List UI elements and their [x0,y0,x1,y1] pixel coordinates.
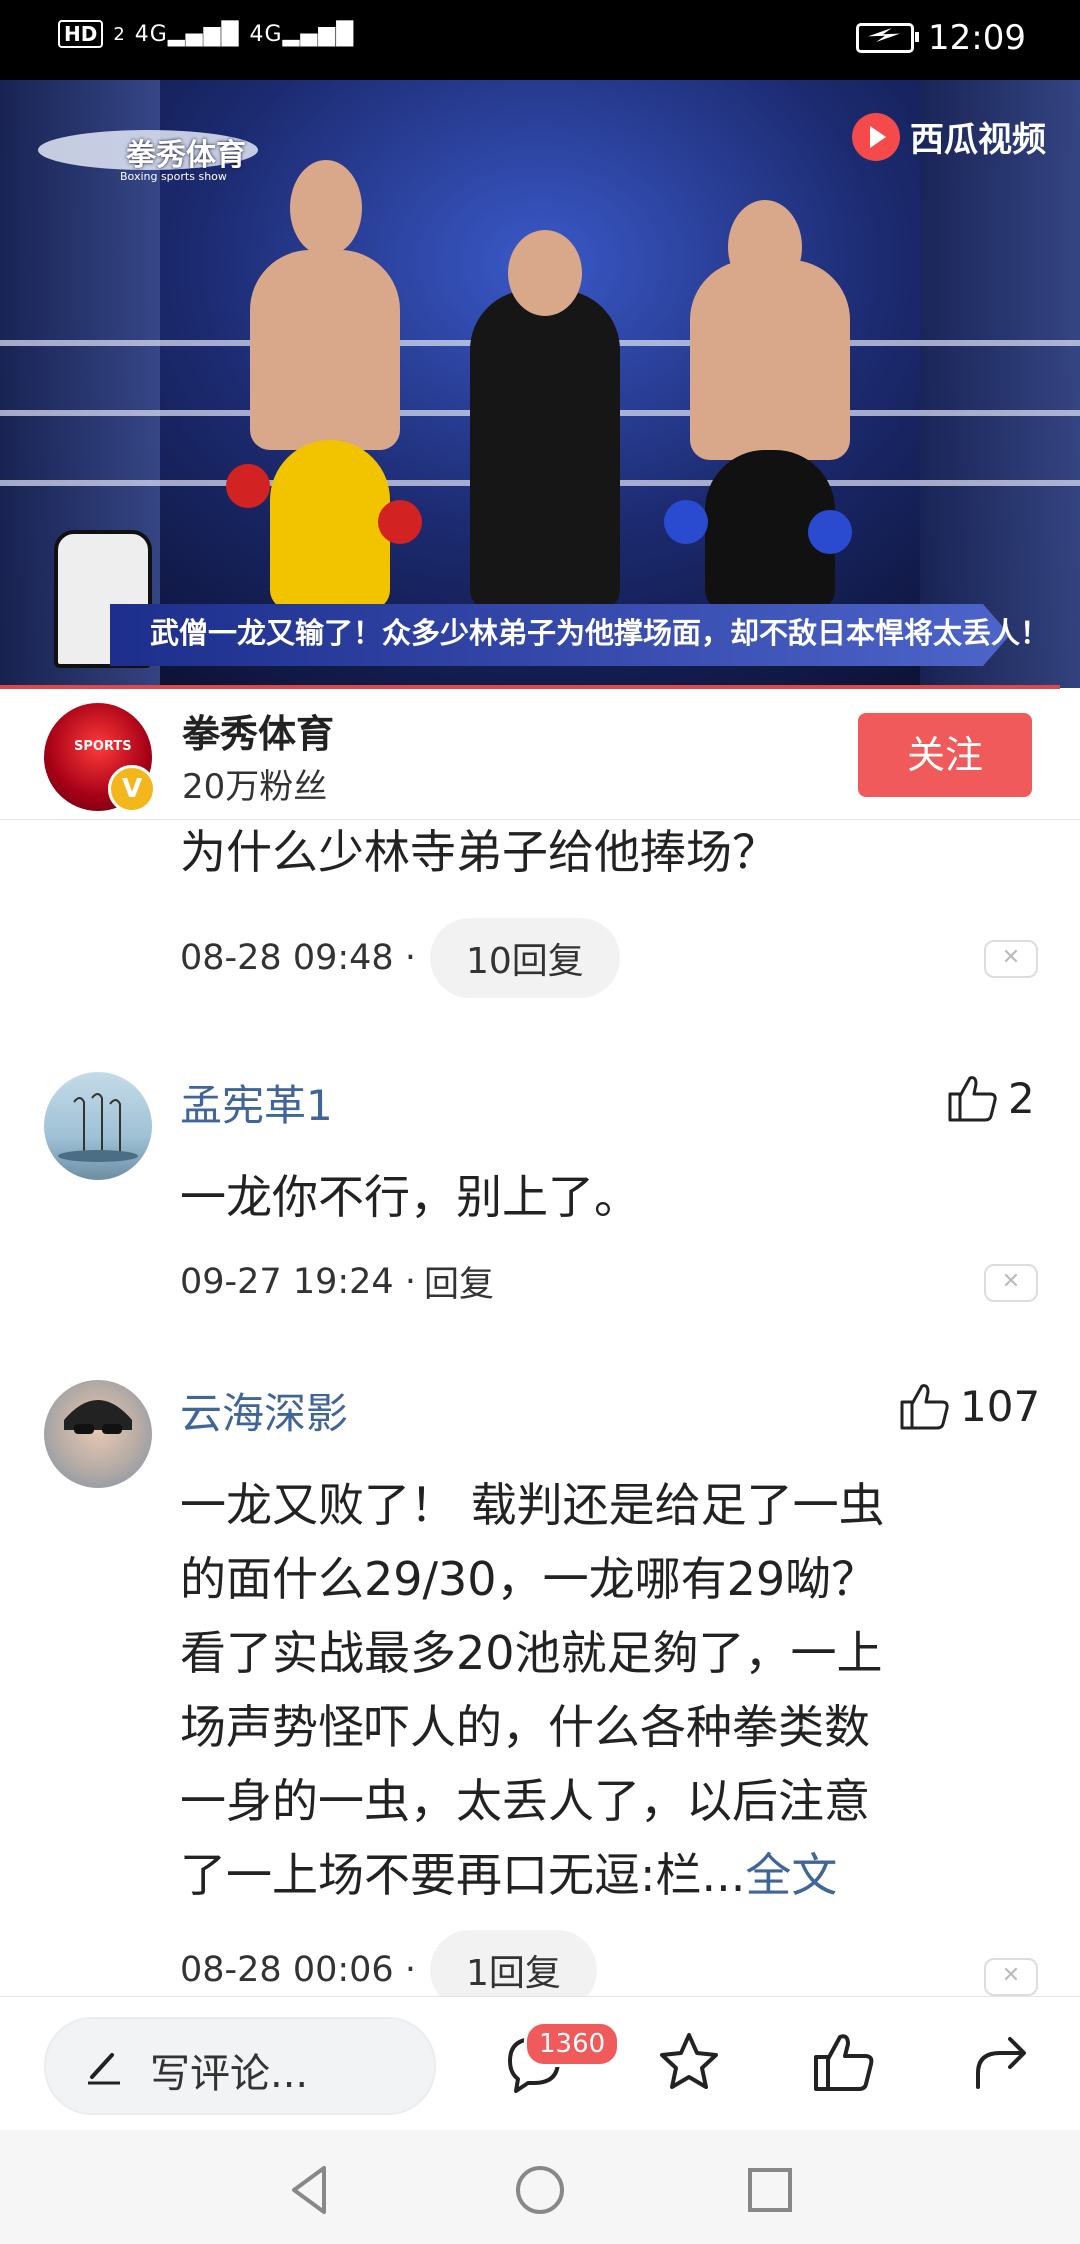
thumbs-up-icon [948,1076,997,1122]
clock: 12:09 [928,18,1026,58]
channel-logo: 拳秀体育 Boxing sports show [38,90,258,185]
comment-time: 08-28 09:48 · [180,938,416,978]
recents-icon[interactable] [740,2160,800,2220]
star-favorite-icon[interactable] [654,2027,724,2097]
avatar-text: SPORTS [74,739,132,754]
write-comment-placeholder: 写评论... [150,2051,309,2097]
glove-left-1 [226,464,270,508]
home-icon[interactable] [510,2160,570,2220]
comment-text-line: 场声势怪吓人的，什么各种拳类数 [180,1700,870,1754]
signal-icon-2: 4G▂▄▆█ [249,21,355,47]
like-button[interactable]: 107 [898,1380,1040,1432]
comment-text-line: 了一上场不要再口无逗:栏... [180,1848,746,1902]
xigua-brand: 西瓜视频 [852,112,1046,161]
comment-text-line: 一身的一虫，太丢人了，以后注意 [180,1774,870,1828]
xigua-play-icon [852,112,900,161]
fighter-left-shorts [270,440,390,610]
comment-meta: 09-27 19:24 · 回复 [180,1256,494,1307]
author-bar: SPORTS V 拳秀体育 20万粉丝 关注 [0,689,1080,820]
comment-meta: 08-28 09:48 · 10回复 [180,918,620,998]
thumbs-up-icon[interactable] [810,2027,880,2097]
glove-left-2 [378,500,422,544]
reply-button[interactable]: 10回复 [429,918,620,998]
back-icon[interactable] [280,2160,340,2220]
sim-indicator: 2 [113,23,125,45]
signal-icon: 4G▂▄▆█ [134,21,240,47]
share-icon[interactable] [968,2027,1038,2097]
referee [470,290,620,610]
network-type-2: 4G [249,21,283,47]
dislike-close-icon[interactable]: ✕ [984,1958,1038,1996]
pen-icon [88,2053,120,2085]
comment-text-line: 一龙又败了！ 载判还是给足了一虫 [180,1478,885,1532]
comment-text-line: 的面什么29/30，一龙哪有29呦？ [180,1552,878,1606]
thumbs-up-icon [900,1384,949,1430]
comment-avatar[interactable] [44,1072,152,1180]
video-blur-right [920,80,1080,688]
fighter-left-head [290,160,362,256]
dislike-close-icon[interactable]: ✕ [984,1264,1038,1302]
glove-right-2 [808,510,852,554]
comment-username[interactable]: 孟宪革1 [180,1072,333,1133]
like-count: 2 [1008,1073,1035,1123]
status-left: HD 2 4G▂▄▆█ 4G▂▄▆█ [58,20,354,48]
read-more-link[interactable]: 全文 [745,1848,837,1902]
comment-text: 为什么少林寺弟子给他捧场？ [180,825,778,879]
comment-count-badge: 1360 [524,2021,621,2067]
status-bar: HD 2 4G▂▄▆█ 4G▂▄▆█ 12:09 [0,0,1080,80]
video-player[interactable]: 拳秀体育 Boxing sports show 西瓜视频 武僧一龙又输了！众多少… [0,80,1080,688]
write-comment-input[interactable]: 写评论... [44,2017,436,2115]
video-caption: 武僧一龙又输了！众多少林弟子为他撑场面，却不敌日本悍将太丢人！ [150,616,1050,650]
comment-time: 08-28 00:06 · [180,1950,416,1990]
author-fans: 20万粉丝 [182,767,328,807]
comment-text: 一龙你不行，别上了。 [180,1170,640,1224]
fighter-left-torso [250,250,400,450]
referee-head [508,230,582,316]
logo-text: 拳秀体育 [126,138,246,173]
comment-text-last: 了一上场不要再口无逗:栏...全文 [180,1838,837,1912]
system-nav-bar [0,2130,1080,2244]
fighter-right-head [728,200,802,294]
like-count: 107 [960,1381,1041,1431]
dislike-close-icon[interactable]: ✕ [984,940,1038,978]
flamingo-image [58,1093,138,1162]
hd-indicator: HD [58,20,104,48]
author-name[interactable]: 拳秀体育 [182,703,334,758]
like-button[interactable]: 2 [946,1072,1035,1124]
comment-username[interactable]: 云海深影 [180,1380,348,1441]
person-photo [64,1400,132,1434]
brand-label: 西瓜视频 [910,120,1046,160]
logo-subtext: Boxing sports show [120,170,227,183]
glove-right-1 [664,500,708,544]
network-type-1: 4G [134,21,168,47]
follow-button[interactable]: 关注 [858,713,1032,797]
status-right: 12:09 [856,18,1026,58]
verified-badge-icon: V [108,765,156,813]
comment-time: 09-27 19:24 · [180,1261,416,1302]
bottom-action-bar: 写评论... 1360 [0,1996,1080,2131]
battery-charging-icon [856,23,920,53]
comment-avatar[interactable] [44,1380,152,1488]
reply-button[interactable]: 回复 [424,1256,494,1307]
comment-text-line: 看了实战最多20池就足夠了，一上 [180,1626,883,1680]
